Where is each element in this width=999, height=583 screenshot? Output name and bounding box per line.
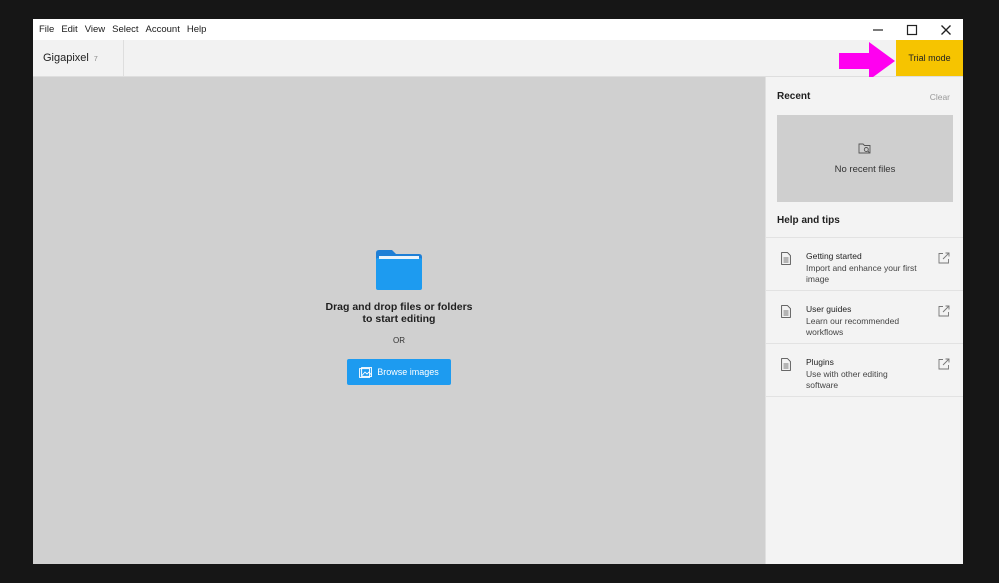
recent-files-panel: No recent files [777,115,953,202]
app-title: Gigapixel 7 [33,40,124,76]
minimize-button[interactable] [861,19,895,40]
external-link-icon [938,305,950,317]
help-item-getting-started[interactable]: Getting started Import and enhance your … [766,238,963,291]
menu-view[interactable]: View [85,24,105,35]
external-link-icon [938,358,950,370]
help-item-plugins[interactable]: Plugins Use with other editing software [766,344,963,397]
drop-zone[interactable]: Drag and drop files or folders to start … [33,77,765,564]
no-recent-files-text: No recent files [834,164,896,175]
close-icon [941,24,951,35]
drop-line-2: to start editing [362,313,436,325]
menu-file[interactable]: File [39,24,54,35]
help-item-description: Use with other editing software [806,369,888,390]
image-icon [359,366,373,378]
document-icon [781,252,791,265]
help-item-description: Learn our recommended workflows [806,316,900,337]
help-heading: Help and tips [777,215,840,226]
help-item-title: User guides [806,304,852,314]
drop-zone-content: Drag and drop files or folders to start … [33,249,765,385]
app-header: Gigapixel 7 Trial mode [33,40,963,77]
annotation-arrow-icon [839,42,895,80]
drop-instructions: Drag and drop files or folders to start … [299,301,499,325]
document-icon [781,305,791,318]
clear-recent-button[interactable]: Clear [930,92,950,102]
help-list: Getting started Import and enhance your … [766,237,963,397]
menu-bar: File Edit View Select Account Help [33,19,963,40]
window-controls [861,19,963,40]
folder-icon [376,250,422,290]
external-link-icon [938,252,950,264]
recent-heading: Recent [777,91,811,102]
minimize-icon [873,28,883,31]
sidebar: Recent Clear No recent files Help and ti… [765,77,963,564]
app-window: File Edit View Select Account Help Gigap… [33,19,963,564]
menu-edit[interactable]: Edit [61,24,77,35]
maximize-icon [906,24,918,35]
close-button[interactable] [929,19,963,40]
document-icon [781,358,791,371]
app-name: Gigapixel [43,52,89,64]
drop-line-1: Drag and drop files or folders [325,301,473,313]
trial-mode-button[interactable]: Trial mode [896,40,963,76]
maximize-button[interactable] [895,19,929,40]
help-item-title: Plugins [806,357,834,367]
browse-images-label: Browse images [377,367,439,377]
menu-account[interactable]: Account [146,24,180,35]
help-item-title: Getting started [806,251,862,261]
help-item-description: Import and enhance your first image [806,263,917,284]
menu-help[interactable]: Help [187,24,207,35]
folder-search-icon [858,143,871,154]
browse-images-button[interactable]: Browse images [347,359,451,385]
help-item-user-guides[interactable]: User guides Learn our recommended workfl… [766,291,963,344]
or-separator: OR [393,336,405,345]
menu-select[interactable]: Select [112,24,138,35]
app-version: 7 [93,55,98,63]
